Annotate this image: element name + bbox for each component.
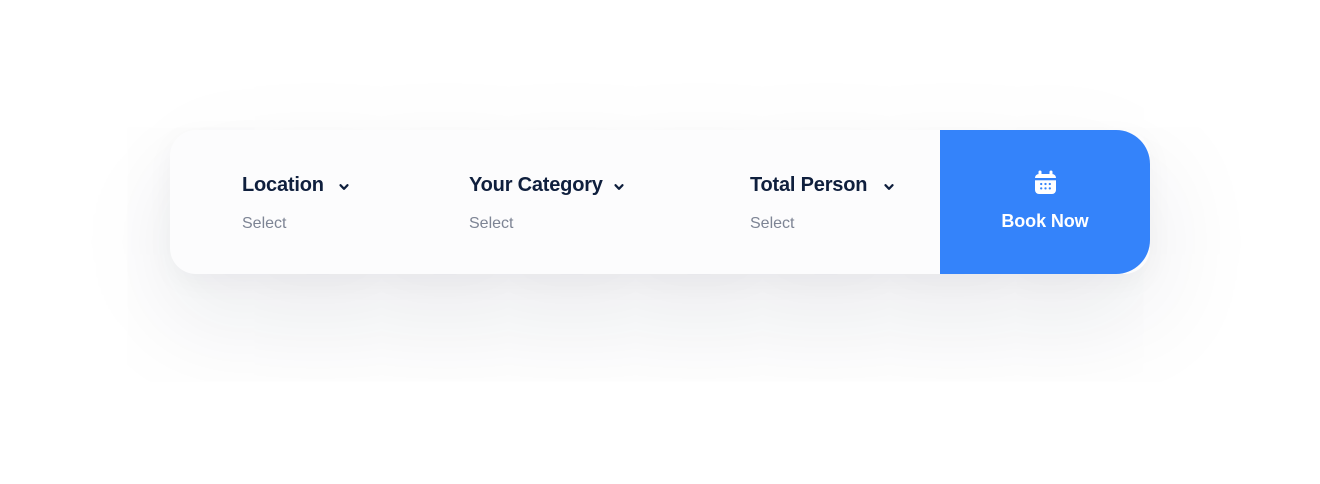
location-header: Location: [242, 172, 350, 198]
location-select[interactable]: Location Select: [242, 130, 442, 274]
category-header: Your Category: [469, 172, 625, 198]
chevron-down-icon: [613, 180, 625, 192]
location-value: Select: [242, 215, 287, 232]
chevron-down-icon: [338, 180, 350, 192]
chevron-down-icon: [883, 180, 895, 192]
category-label: Your Category: [469, 174, 603, 196]
location-label: Location: [242, 174, 324, 196]
calendar-icon: [1034, 170, 1057, 195]
book-now-label: Book Now: [1001, 211, 1089, 231]
booking-bar: Location Select Your Category Select Tot…: [170, 130, 1150, 274]
book-now-button[interactable]: Book Now: [940, 130, 1150, 274]
total-person-select[interactable]: Total Person Select: [750, 130, 950, 274]
category-value: Select: [469, 215, 514, 232]
total-person-header: Total Person: [750, 172, 895, 198]
total-person-value: Select: [750, 215, 795, 232]
category-select[interactable]: Your Category Select: [469, 130, 689, 274]
total-person-label: Total Person: [750, 174, 868, 196]
